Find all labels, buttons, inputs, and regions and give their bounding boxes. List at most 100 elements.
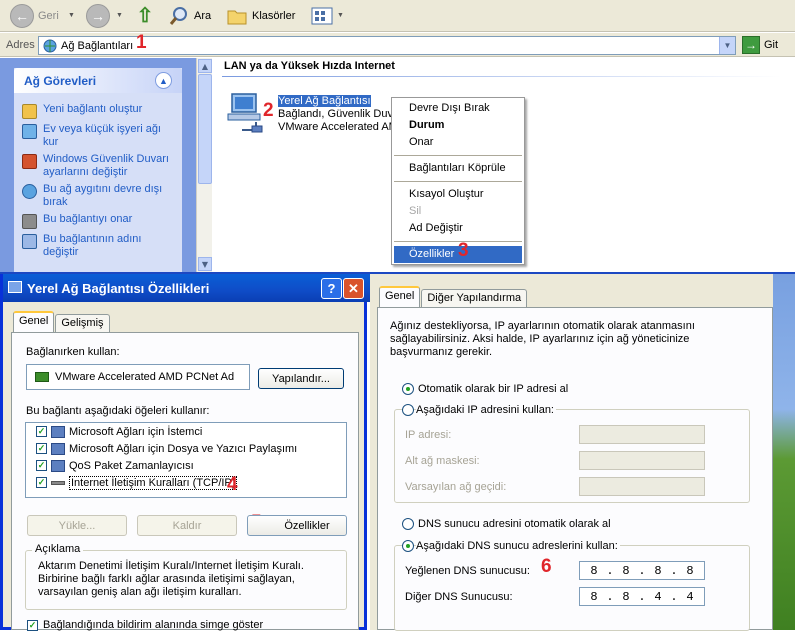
components-list[interactable]: ✓ Microsoft Ağları için İstemci ✓ Microsof… xyxy=(25,422,347,498)
octet: 4 xyxy=(686,589,694,604)
task-firewall-settings[interactable]: Windows Güvenlik Duvarı ayarlarını değiş… xyxy=(14,151,182,181)
checkbox-checked[interactable]: ✓ xyxy=(36,426,47,437)
collapse-chevron-icon[interactable]: ▲ xyxy=(155,72,172,89)
task-disable-device[interactable]: Bu ağ aygıtını devre dışı bırak xyxy=(14,181,182,211)
checkbox-checked[interactable]: ✓ xyxy=(36,477,47,488)
rename-connection-icon xyxy=(22,234,37,249)
tab-alternate-configuration[interactable]: Diğer Yapılandırma xyxy=(421,289,528,307)
notify-label: Bağlandığında bildirim alanında simge gö… xyxy=(43,619,264,631)
tab-general[interactable]: Genel xyxy=(379,286,421,307)
task-rename-connection[interactable]: Bu bağlantının adını değiştir xyxy=(14,231,182,261)
up-folder-button[interactable]: ⇧ xyxy=(134,3,156,28)
tcpip-tabs: Genel Diğer Yapılandırma xyxy=(379,286,528,307)
home-network-icon xyxy=(22,124,37,139)
manual-ip-label: Aşağıdaki IP adresini kullan: xyxy=(416,404,556,416)
alternate-dns-label: Diğer DNS Sunucusu: xyxy=(405,591,513,603)
annotation-number: 3 xyxy=(458,240,469,261)
intro-text: Ağınız destekliyorsa, IP ayarlarının oto… xyxy=(390,320,695,358)
auto-dns-radio[interactable] xyxy=(402,518,414,530)
manual-dns-radio[interactable] xyxy=(402,540,414,552)
back-arrow-icon: ← xyxy=(10,3,34,28)
octet-dot: . xyxy=(638,589,646,604)
left-pane-scrollbar[interactable]: ▲ ▼ xyxy=(196,58,212,272)
up-arrow-icon: ⇧ xyxy=(136,5,154,27)
menu-item-create-shortcut[interactable]: Kısayol Oluştur xyxy=(392,186,524,203)
folders-button[interactable]: Klasörler xyxy=(226,3,295,28)
firewall-icon xyxy=(22,154,37,169)
octet-dot: . xyxy=(638,563,646,578)
menu-item-disable[interactable]: Devre Dışı Bırak xyxy=(392,100,524,117)
address-bar: Adres Ağ Bağlantıları ▼ 1 → Git xyxy=(0,32,795,57)
address-value: Ağ Bağlantıları xyxy=(61,39,134,52)
dialog-titlebar[interactable]: Yerel Ağ Bağlantısı Özellikleri ? ✕ xyxy=(3,274,370,302)
task-home-network[interactable]: Ev veya küçük işyeri ağı kur xyxy=(14,121,182,151)
list-item[interactable]: ✓ Microsoft Ağları için Dosya ve Yazıcı P… xyxy=(26,440,346,457)
network-card-icon xyxy=(35,372,49,382)
back-dropdown-button[interactable]: ▼ xyxy=(68,3,75,28)
task-new-connection[interactable]: Yeni bağlantı oluştur xyxy=(14,101,182,121)
auto-ip-radio[interactable] xyxy=(402,383,414,395)
back-button[interactable]: ← Geri xyxy=(10,3,59,28)
protocol-icon xyxy=(51,480,65,485)
lan-connection-icon[interactable] xyxy=(226,88,268,134)
list-item[interactable]: ✓ Internet İletişim Kuralları (TCP/IP) xyxy=(26,474,346,491)
lan-properties-dialog: Yerel Ağ Bağlantısı Özellikleri ? ✕ Gene… xyxy=(0,274,370,631)
explorer-window: ← Geri ▼ → ▼ ⇧ Ara Klasörler ▼ Adres Ağ … xyxy=(0,0,795,272)
octet: 4 xyxy=(654,589,662,604)
menu-item-bridge[interactable]: Bağlantıları Köprüle xyxy=(392,160,524,177)
octet-dot: . xyxy=(606,589,614,604)
scroll-down-icon[interactable]: ▼ xyxy=(198,257,212,271)
list-item[interactable]: ✓ Microsoft Ağları için İstemci xyxy=(26,423,346,440)
menu-item-status[interactable]: Durum xyxy=(392,117,524,134)
tab-advanced[interactable]: Gelişmiş xyxy=(55,314,110,332)
network-tasks-title: Ağ Görevleri xyxy=(24,73,97,88)
chevron-down-icon: ▼ xyxy=(68,12,75,19)
network-tasks-header[interactable]: Ağ Görevleri ▲ xyxy=(14,68,182,93)
auto-dns-label: DNS sunucu adresini otomatik olarak al xyxy=(418,518,611,530)
checkbox-checked[interactable]: ✓ xyxy=(36,443,47,454)
list-item-label: Microsoft Ağları için İstemci xyxy=(69,425,203,438)
views-button[interactable]: ▼ xyxy=(311,3,344,28)
search-button[interactable]: Ara xyxy=(168,3,211,28)
properties-button[interactable]: Özellikler xyxy=(247,515,347,536)
address-dropdown-icon[interactable]: ▼ xyxy=(719,37,735,54)
connection-name: Yerel Ağ Bağlantısı xyxy=(278,95,371,107)
menu-separator xyxy=(394,155,522,156)
octet: 8 xyxy=(590,563,598,578)
description-title: Açıklama xyxy=(32,543,84,555)
chevron-down-icon: ▼ xyxy=(116,12,123,19)
disable-device-icon xyxy=(22,184,37,199)
list-item-label: Microsoft Ağları için Dosya ve Yazıcı Pa… xyxy=(69,442,298,455)
folder-icon xyxy=(227,10,247,24)
alternate-dns-input[interactable]: 8. 8. 4. 4 xyxy=(579,587,705,606)
manual-ip-radio[interactable] xyxy=(402,404,414,416)
forward-button[interactable]: → ▼ xyxy=(86,3,123,28)
checkbox-checked[interactable]: ✓ xyxy=(27,619,38,631)
menu-item-rename[interactable]: Ad Değiştir xyxy=(392,220,524,237)
desktop-wallpaper xyxy=(773,274,795,630)
list-item[interactable]: ✓ QoS Paket Zamanlayıcısı xyxy=(26,457,346,474)
scroll-thumb[interactable] xyxy=(198,74,212,184)
go-arrow-icon: → xyxy=(742,36,760,54)
network-connection-icon xyxy=(8,281,22,293)
network-globe-icon xyxy=(43,39,57,53)
annotation-number: 4 xyxy=(227,474,238,495)
scroll-up-icon[interactable]: ▲ xyxy=(198,59,212,73)
help-button[interactable]: ? xyxy=(321,278,342,299)
properties-tabs: Genel Gelişmiş xyxy=(13,311,111,332)
go-button[interactable]: → Git xyxy=(742,36,778,54)
install-button: Yükle... xyxy=(27,515,127,536)
task-repair-connection[interactable]: Bu bağlantıyı onar xyxy=(14,211,182,231)
checkbox-checked[interactable]: ✓ xyxy=(36,460,47,471)
file-sharing-icon xyxy=(51,442,65,455)
tab-general[interactable]: Genel xyxy=(13,311,55,332)
close-button[interactable]: ✕ xyxy=(343,278,364,299)
preferred-dns-input[interactable]: 8. 8. 8. 8 xyxy=(579,561,705,580)
configure-button[interactable]: Yapılandır... xyxy=(258,368,344,389)
subnet-mask-label: Alt ağ maskesi: xyxy=(405,455,480,467)
notify-checkbox-row[interactable]: ✓ Bağlandığında bildirim alanında simge … xyxy=(27,619,263,631)
task-label: Ev veya küçük işyeri ağı kur xyxy=(43,123,161,148)
menu-item-repair[interactable]: Onar xyxy=(392,134,524,151)
manual-dns-label: Aşağıdaki DNS sunucu adreslerini kullan: xyxy=(416,540,620,552)
menu-item-delete: Sil xyxy=(409,205,422,217)
